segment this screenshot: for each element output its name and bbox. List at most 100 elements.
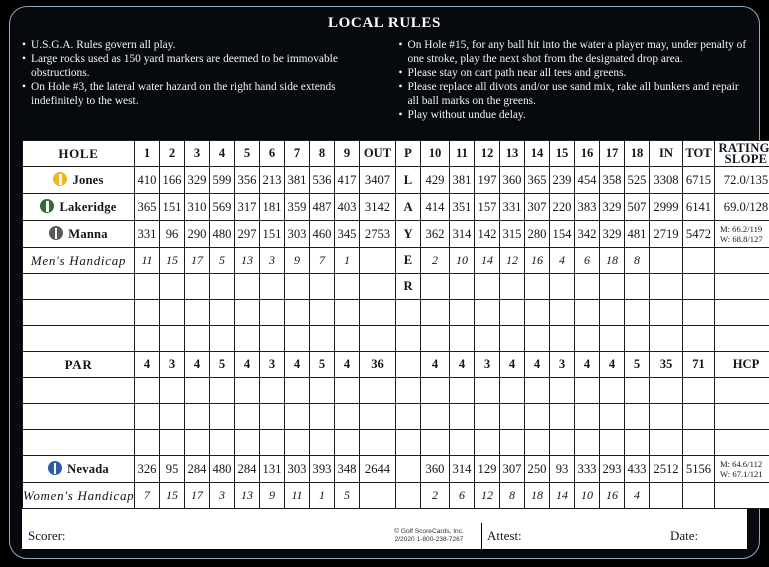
blank-score-cell[interactable] (449, 273, 475, 300)
yardage-manna-hole-9[interactable]: 345 (334, 220, 360, 248)
blank-score-cell[interactable] (359, 325, 396, 352)
yardage-lakeridge-hole-8[interactable]: 487 (309, 193, 335, 221)
blank-score-cell[interactable] (395, 299, 421, 326)
blank-score-cell[interactable] (624, 273, 650, 300)
yardage-manna-hole-8[interactable]: 460 (309, 220, 335, 248)
yardage-manna-hole-16[interactable]: 342 (574, 220, 600, 248)
blank-score-cell[interactable] (549, 429, 575, 456)
blank-score-cell[interactable] (159, 403, 185, 430)
yardage-jones-hole-12[interactable]: 197 (474, 166, 500, 194)
blank-score-cell[interactable] (682, 325, 715, 352)
blank-player-name-cell[interactable] (22, 273, 135, 300)
blank-score-cell[interactable] (259, 429, 285, 456)
blank-score-cell[interactable] (574, 273, 600, 300)
blank-score-cell[interactable] (184, 377, 210, 404)
yardage-nevada-hole-6[interactable]: 131 (259, 455, 285, 483)
yardage-lakeridge-hole-10[interactable]: 414 (420, 193, 450, 221)
blank-score-cell[interactable] (474, 403, 500, 430)
yardage-lakeridge-hole-2[interactable]: 151 (159, 193, 185, 221)
yardage-jones-hole-15[interactable]: 239 (549, 166, 575, 194)
yardage-nevada-hole-8[interactable]: 393 (309, 455, 335, 483)
yardage-manna-hole-7[interactable]: 303 (284, 220, 310, 248)
blank-score-cell[interactable] (395, 403, 421, 430)
yardage-manna-hole-6[interactable]: 151 (259, 220, 285, 248)
blank-score-cell[interactable] (134, 299, 160, 326)
blank-score-cell[interactable] (420, 403, 450, 430)
blank-score-cell[interactable] (499, 273, 525, 300)
blank-score-cell[interactable] (549, 273, 575, 300)
blank-score-cell[interactable] (209, 299, 235, 326)
yardage-lakeridge-hole-14[interactable]: 307 (524, 193, 550, 221)
yardage-nevada-hole-11[interactable]: 314 (449, 455, 475, 483)
blank-score-cell[interactable] (259, 403, 285, 430)
yardage-jones-hole-11[interactable]: 381 (449, 166, 475, 194)
blank-score-cell[interactable] (234, 273, 260, 300)
blank-score-cell[interactable] (134, 325, 160, 352)
blank-score-cell[interactable] (259, 325, 285, 352)
blank-score-cell[interactable] (649, 273, 683, 300)
blank-score-cell[interactable] (682, 403, 715, 430)
blank-score-cell[interactable] (524, 403, 550, 430)
blank-score-cell[interactable] (449, 325, 475, 352)
blank-score-cell[interactable] (259, 377, 285, 404)
tee-name-nevada[interactable]: Nevada (22, 455, 135, 483)
blank-score-cell[interactable] (209, 403, 235, 430)
blank-score-cell[interactable] (682, 299, 715, 326)
yardage-nevada-hole-15[interactable]: 93 (549, 455, 575, 483)
blank-score-cell[interactable] (259, 273, 285, 300)
blank-score-cell[interactable] (549, 325, 575, 352)
yardage-nevada-hole-16[interactable]: 333 (574, 455, 600, 483)
blank-score-cell[interactable] (420, 325, 450, 352)
blank-score-cell[interactable] (159, 325, 185, 352)
yardage-nevada-hole-4[interactable]: 480 (209, 455, 235, 483)
yardage-jones-hole-17[interactable]: 358 (599, 166, 625, 194)
yardage-nevada-hole-14[interactable]: 250 (524, 455, 550, 483)
yardage-lakeridge-hole-1[interactable]: 365 (134, 193, 160, 221)
blank-score-cell[interactable] (624, 325, 650, 352)
yardage-lakeridge-hole-16[interactable]: 383 (574, 193, 600, 221)
blank-player-name-cell[interactable] (22, 299, 135, 326)
yardage-nevada-hole-5[interactable]: 284 (234, 455, 260, 483)
blank-score-cell[interactable] (649, 377, 683, 404)
yardage-jones-hole-14[interactable]: 365 (524, 166, 550, 194)
tee-name-manna[interactable]: Manna (22, 220, 135, 248)
yardage-manna-hole-17[interactable]: 329 (599, 220, 625, 248)
blank-score-cell[interactable] (309, 429, 335, 456)
yardage-lakeridge-hole-3[interactable]: 310 (184, 193, 210, 221)
date-field[interactable]: Date: (652, 523, 747, 549)
yardage-lakeridge-hole-6[interactable]: 181 (259, 193, 285, 221)
blank-score-cell[interactable] (449, 377, 475, 404)
blank-player-name-cell[interactable] (22, 377, 135, 404)
blank-score-cell[interactable] (649, 325, 683, 352)
blank-score-cell[interactable] (359, 403, 396, 430)
blank-score-cell[interactable] (309, 273, 335, 300)
blank-score-cell[interactable] (395, 429, 421, 456)
blank-score-cell[interactable] (624, 299, 650, 326)
blank-score-cell[interactable] (359, 273, 396, 300)
blank-score-cell[interactable] (284, 325, 310, 352)
yardage-jones-hole-10[interactable]: 429 (420, 166, 450, 194)
yardage-jones-hole-8[interactable]: 536 (309, 166, 335, 194)
blank-hcp-cell[interactable] (714, 429, 769, 456)
yardage-manna-hole-2[interactable]: 96 (159, 220, 185, 248)
blank-score-cell[interactable] (599, 299, 625, 326)
yardage-jones-hole-7[interactable]: 381 (284, 166, 310, 194)
tee-name-jones[interactable]: Jones (22, 166, 135, 194)
yardage-jones-hole-13[interactable]: 360 (499, 166, 525, 194)
yardage-lakeridge-hole-11[interactable]: 351 (449, 193, 475, 221)
blank-score-cell[interactable] (134, 273, 160, 300)
blank-score-cell[interactable] (284, 403, 310, 430)
blank-score-cell[interactable] (209, 429, 235, 456)
blank-score-cell[interactable] (449, 299, 475, 326)
blank-score-cell[interactable] (209, 273, 235, 300)
blank-score-cell[interactable] (159, 377, 185, 404)
blank-score-cell[interactable] (420, 377, 450, 404)
yardage-nevada-hole-3[interactable]: 284 (184, 455, 210, 483)
blank-score-cell[interactable] (309, 403, 335, 430)
blank-score-cell[interactable] (395, 325, 421, 352)
yardage-manna-hole-3[interactable]: 290 (184, 220, 210, 248)
blank-score-cell[interactable] (359, 377, 396, 404)
tee-name-lakeridge[interactable]: Lakeridge (22, 193, 135, 221)
blank-score-cell[interactable] (234, 377, 260, 404)
blank-score-cell[interactable] (649, 403, 683, 430)
